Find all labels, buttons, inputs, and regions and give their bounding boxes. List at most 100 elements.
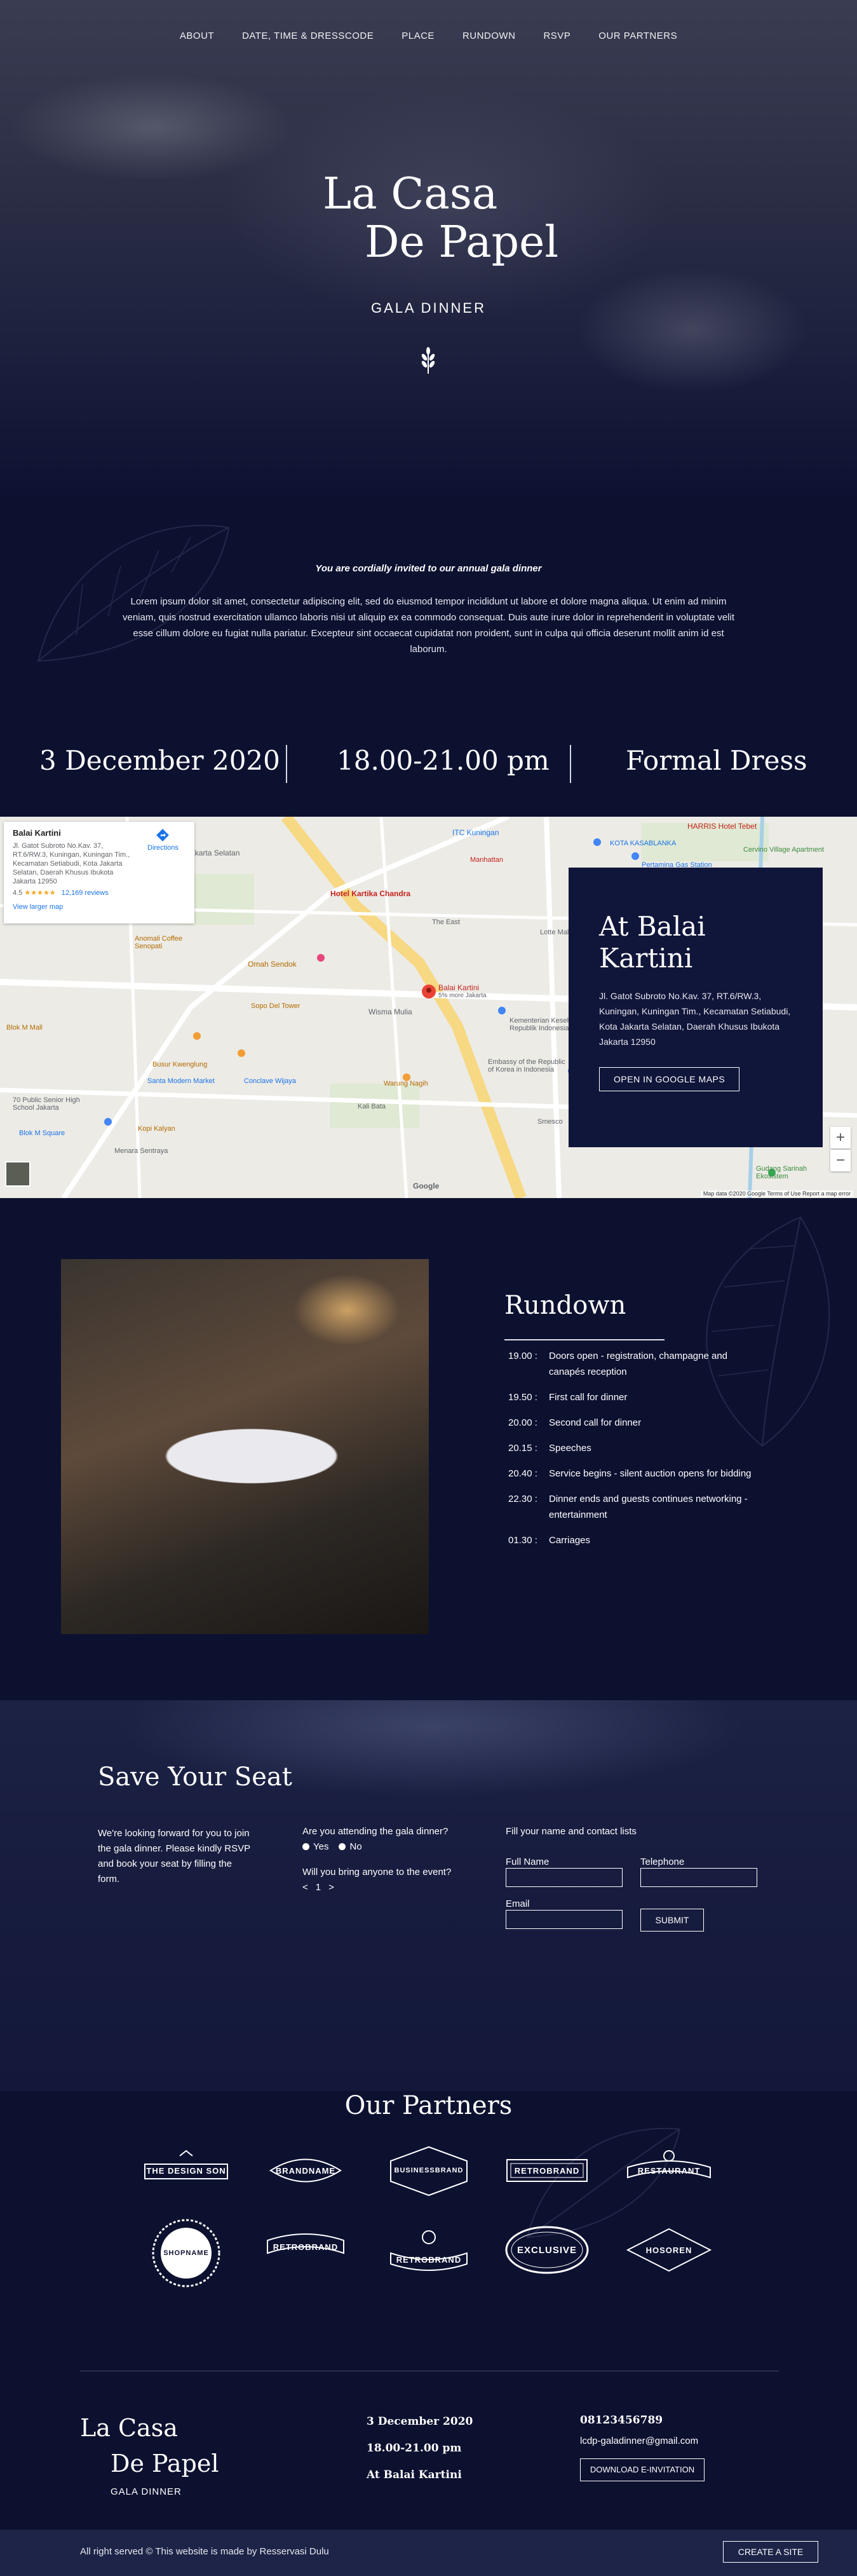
copyright-text: All right served © This website is made … [80, 2546, 329, 2557]
rundown-time: 20.00 : [508, 1417, 537, 1428]
partner-logo[interactable]: EXCLUSIVE [499, 2221, 595, 2279]
location-card: At Balai Kartini Jl. Gatot Subroto No.Ka… [569, 868, 823, 1147]
nav-rundown[interactable]: RUNDOWN [462, 31, 516, 41]
hero-section: ABOUT DATE, TIME & DRESSCODE PLACE RUNDO… [0, 0, 857, 496]
map-label: Wisma Mulia [368, 1007, 412, 1016]
stepper-prev-button[interactable]: < [302, 1882, 308, 1893]
zoom-out-button[interactable]: − [830, 1150, 851, 1171]
telephone-field[interactable] [640, 1868, 757, 1887]
nav-date-time-dresscode[interactable]: DATE, TIME & DRESSCODE [242, 31, 374, 41]
partner-logo-text: BRANDNAME [275, 2165, 336, 2176]
star-rating-icon: ★★★★★ [24, 889, 56, 897]
stepper-value: 1 [315, 1882, 321, 1893]
rundown-text: Second call for dinner [549, 1417, 642, 1428]
map-label: 70 Public Senior High School Jakarta [13, 1096, 80, 1112]
footer-phone[interactable]: 08123456789 [580, 2414, 663, 2427]
radio-no[interactable] [339, 1843, 346, 1850]
rundown-text: Speeches [549, 1443, 591, 1454]
rundown-time: 20.40 : [508, 1468, 537, 1479]
partner-logo-text: RETROBRAND [273, 2242, 339, 2252]
full-name-label: Full Name [506, 1857, 550, 1867]
contact-label: Fill your name and contact lists [506, 1826, 637, 1837]
partner-logo[interactable]: RETROBRAND [499, 2142, 595, 2199]
map-label: Gudang Sarinah Ekosistem [756, 1165, 807, 1180]
footer-subtitle: GALA DINNER [111, 2486, 182, 2497]
bring-question: Will you bring anyone to the event? [302, 1867, 452, 1877]
footer-title-line1: La Casa [80, 2414, 178, 2442]
map-label: Sopo Del Tower [251, 1002, 300, 1010]
map-section[interactable]: Balai Kartini 5% more Jakarta Samsat Jak… [0, 817, 857, 1198]
attending-radio-group: Yes No [302, 1841, 362, 1852]
partner-logo[interactable]: BRANDNAME [258, 2142, 353, 2199]
view-larger-map-link[interactable]: View larger map [13, 903, 186, 911]
partner-logo-text: RESTAURANT [637, 2165, 701, 2176]
rundown-time: 19.50 : [508, 1392, 537, 1403]
rundown-time: 19.00 : [508, 1351, 537, 1361]
rundown-time: 22.30 : [508, 1494, 537, 1504]
divider [286, 745, 287, 783]
partner-logo-text: RETROBRAND [514, 2165, 580, 2176]
footer-email[interactable]: lcdp-galadinner@gmail.com [580, 2436, 698, 2446]
partner-logo[interactable]: RETROBRAND [258, 2218, 353, 2275]
map-reviews-link[interactable]: 12,169 reviews [62, 889, 109, 897]
telephone-label: Telephone [640, 1857, 685, 1867]
map-label: Warung Nagih [384, 1080, 428, 1087]
nav-rsvp[interactable]: RSVP [543, 31, 570, 41]
nav-about[interactable]: ABOUT [180, 31, 214, 41]
full-name-field[interactable] [506, 1868, 623, 1887]
email-field[interactable] [506, 1910, 623, 1929]
partner-logo-text: HOSOREN [645, 2245, 692, 2255]
partner-logo[interactable]: RESTAURANT [621, 2142, 717, 2199]
map-label: Blok M Square [19, 1129, 65, 1137]
hero-title-line1: La Casa [323, 169, 498, 219]
invite-tagline: You are cordially invited to our annual … [315, 563, 542, 574]
footer-time: 18.00-21.00 pm [367, 2442, 462, 2455]
intro-section: You are cordially invited to our annual … [0, 496, 857, 712]
map-label: Manhattan [470, 856, 503, 864]
rsvp-title: Save Your Seat [98, 1762, 292, 1792]
rundown-time: 01.30 : [508, 1535, 537, 1546]
map-label: Cervino Village Apartment [743, 846, 824, 854]
nav-our-partners[interactable]: OUR PARTNERS [598, 31, 677, 41]
map-label: Embassy of the Republic of Korea in Indo… [488, 1058, 565, 1073]
partner-logo[interactable]: THE DESIGN SON [138, 2142, 234, 2199]
submit-button[interactable]: SUBMIT [640, 1909, 704, 1932]
map-label: Menara Sentraya [114, 1147, 168, 1155]
stepper-next-button[interactable]: > [328, 1882, 334, 1893]
map-pin-label: Balai Kartini [438, 983, 480, 992]
event-date: 3 December 2020 [39, 745, 280, 776]
map-rating: 4.5 [13, 889, 23, 897]
map-attribution: Map data ©2020 Google Terms of Use Repor… [700, 1190, 853, 1197]
partner-logo-text: EXCLUSIVE [516, 2244, 577, 2256]
partner-logo-text: SHOPNAME [163, 2249, 209, 2257]
nav-place[interactable]: PLACE [402, 31, 435, 41]
map-label: HARRIS Hotel Tebet [687, 822, 757, 831]
radio-yes[interactable] [302, 1843, 309, 1850]
list-item: 20.15 : Speeches [508, 1440, 762, 1456]
map-label: Hotel Kartika Chandra [330, 889, 411, 898]
partners-title: Our Partners [344, 2091, 513, 2120]
satellite-toggle[interactable] [5, 1161, 30, 1187]
map-info-address: Jl. Gatot Subroto No.Kav. 37, RT.6/RW.3,… [13, 842, 130, 885]
partner-logo[interactable]: SHOPNAME [138, 2218, 234, 2287]
rundown-text: Dinner ends and guests continues network… [549, 1494, 748, 1520]
map-label: Blok M Mall [6, 1024, 43, 1032]
divider [504, 1339, 665, 1340]
email-label: Email [506, 1898, 530, 1909]
map-label: Kali Bata [358, 1103, 386, 1110]
hero-subtitle: GALA DINNER [371, 300, 486, 316]
dress-code: Formal Dress [626, 745, 807, 776]
partner-logo[interactable]: BUSINESSBRAND [381, 2142, 476, 2199]
google-logo: Google [413, 1182, 440, 1190]
download-invitation-button[interactable]: DOWNLOAD E-INVITATION [580, 2458, 705, 2481]
radio-no-label: No [349, 1841, 362, 1852]
zoom-in-button[interactable]: + [830, 1127, 851, 1148]
open-google-maps-button[interactable]: OPEN IN GOOGLE MAPS [599, 1067, 740, 1091]
partner-logo[interactable]: RETROBRAND [381, 2225, 476, 2282]
create-site-button[interactable]: CREATE A SITE [723, 2541, 818, 2563]
partners-section: Our Partners THE DESIGN SON BRANDNAME BU… [0, 2091, 857, 2371]
partner-logo[interactable]: HOSOREN [621, 2221, 717, 2279]
directions-button[interactable]: Directions [147, 828, 179, 852]
hero-title-line2: De Papel [365, 217, 559, 268]
map-label: Kopi Kalyan [138, 1125, 175, 1133]
